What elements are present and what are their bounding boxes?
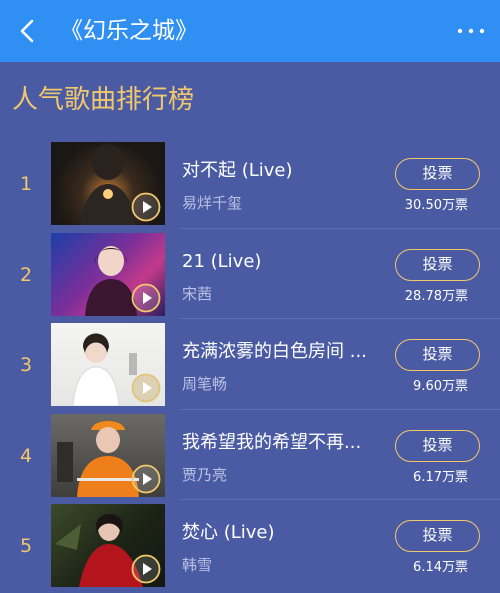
- artist-name: 宋茜: [182, 284, 213, 303]
- vote-button[interactable]: 投票: [395, 429, 480, 462]
- song-cover[interactable]: [51, 504, 165, 587]
- artist-name: 周笔畅: [182, 375, 228, 393]
- artist-name: 贾乃亮: [182, 465, 228, 484]
- list-item: 5 焚心 (Live) 韩雪 投票 6.14万票: [0, 500, 500, 591]
- play-icon[interactable]: [131, 192, 161, 222]
- list-item: 2 21 (Live) 宋茜 投票 28.78万票: [0, 229, 500, 319]
- chevron-left-icon[interactable]: [14, 17, 42, 45]
- more-horizontal-icon[interactable]: [456, 22, 486, 40]
- song-cover[interactable]: [51, 413, 165, 497]
- song-title[interactable]: 21 (Live): [182, 249, 378, 275]
- rank-number: 1: [19, 173, 33, 195]
- song-cover[interactable]: [51, 323, 165, 406]
- song-title[interactable]: 充满浓雾的白色房间 ...: [182, 339, 378, 365]
- page-title: 《幻乐之城》: [60, 18, 198, 44]
- song-title[interactable]: 对不起 (Live): [182, 158, 378, 184]
- list-item: 3 充满浓雾的白色房间 ... 周笔畅 投票 9.60万票: [0, 319, 500, 410]
- play-icon[interactable]: [131, 554, 161, 584]
- vote-count: 6.17万票: [413, 469, 468, 485]
- vote-count: 30.50万票: [404, 198, 468, 213]
- list-item: 1 对不起 (Live) 易烊千玺 投票 30.50万票: [0, 138, 500, 229]
- vote-count: 6.14万票: [413, 560, 468, 575]
- song-cover[interactable]: [51, 232, 165, 316]
- artist-name: 韩雪: [182, 556, 213, 574]
- song-title[interactable]: 焚心 (Live): [182, 520, 378, 546]
- play-icon[interactable]: [131, 464, 161, 494]
- vote-count: 9.60万票: [413, 379, 468, 394]
- vote-button[interactable]: 投票: [395, 339, 480, 371]
- ranking-title: 人气歌曲排行榜: [12, 85, 195, 115]
- rank-number: 3: [19, 354, 33, 376]
- song-list: 1 对不起 (Live) 易烊千玺 投票 30.50万票 2 21 (Live)…: [0, 138, 500, 591]
- vote-count: 28.78万票: [404, 288, 468, 304]
- list-item: 4 我希望我的希望不再... 贾乃亮 投票 6.17万票: [0, 410, 500, 500]
- artist-name: 易烊千玺: [182, 194, 243, 212]
- play-icon[interactable]: [131, 283, 161, 313]
- rank-number: 5: [19, 535, 33, 557]
- top-bar: 《幻乐之城》: [0, 0, 500, 62]
- play-icon[interactable]: [131, 373, 161, 403]
- vote-button[interactable]: 投票: [395, 158, 480, 190]
- song-title[interactable]: 我希望我的希望不再...: [182, 430, 378, 456]
- song-cover[interactable]: [51, 142, 165, 225]
- vote-button[interactable]: 投票: [395, 520, 480, 552]
- vote-button[interactable]: 投票: [395, 248, 480, 281]
- rank-number: 2: [19, 263, 33, 286]
- rank-number: 4: [19, 444, 33, 467]
